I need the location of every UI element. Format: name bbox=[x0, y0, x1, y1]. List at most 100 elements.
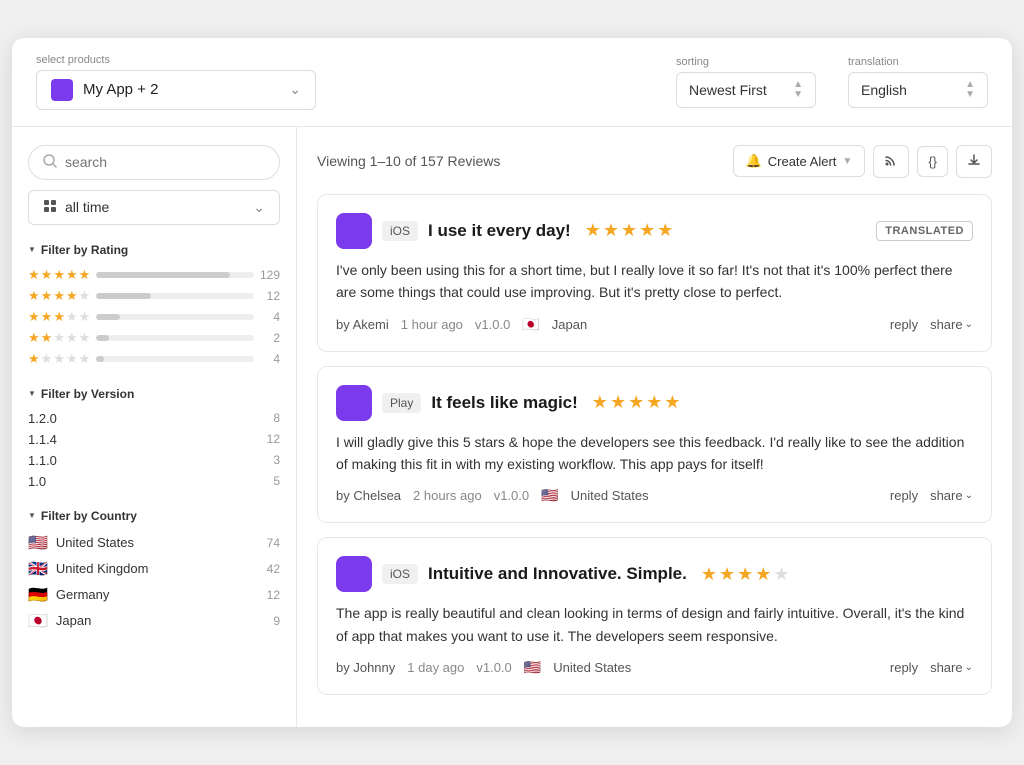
review-star: ★ bbox=[610, 392, 626, 413]
country-flag-icon: 🇬🇧 bbox=[28, 559, 48, 579]
review-avatar bbox=[336, 556, 372, 592]
country-filter-row[interactable]: 🇩🇪Germany12 bbox=[28, 585, 280, 605]
platform-badge: iOS bbox=[382, 221, 418, 241]
version-count: 8 bbox=[273, 411, 280, 425]
rating-bar bbox=[96, 356, 254, 362]
reply-button[interactable]: reply bbox=[890, 488, 918, 503]
version-name: 1.2.0 bbox=[28, 411, 57, 426]
review-time: 2 hours ago bbox=[413, 488, 482, 503]
filter-rating-section: ▼ Filter by Rating ★★★★★129 ★★★★★12 ★★★★★4… bbox=[28, 243, 280, 367]
sorting-group: sorting Newest First ▲▼ bbox=[676, 56, 816, 108]
version-filter-row[interactable]: 1.2.0 8 bbox=[28, 411, 280, 426]
country-name: United Kingdom bbox=[56, 561, 259, 576]
product-icon bbox=[51, 79, 73, 101]
review-time: 1 hour ago bbox=[401, 317, 463, 332]
content-header: Viewing 1–10 of 157 Reviews 🔔 Create Ale… bbox=[317, 145, 992, 178]
review-star: ★ bbox=[646, 392, 662, 413]
share-button[interactable]: share ⌄ bbox=[930, 317, 973, 332]
share-button[interactable]: share ⌄ bbox=[930, 488, 973, 503]
version-filter-row[interactable]: 1.1.03 bbox=[28, 453, 280, 468]
bell-icon: 🔔 bbox=[746, 153, 762, 169]
rating-filter-row[interactable]: ★★★★★4 bbox=[28, 309, 280, 325]
sort-dropdown[interactable]: Newest First ▲▼ bbox=[676, 72, 816, 108]
rating-filter-row[interactable]: ★★★★★2 bbox=[28, 330, 280, 346]
filter-version-section: ▼ Filter by Version 1.2.081.1.4121.1.031… bbox=[28, 387, 280, 489]
rss-button[interactable] bbox=[873, 145, 909, 178]
country-filter-row[interactable]: 🇬🇧United Kingdom42 bbox=[28, 559, 280, 579]
translation-dropdown[interactable]: English ▲▼ bbox=[848, 72, 988, 108]
rating-bar bbox=[96, 335, 254, 341]
review-country-flag: 🇯🇵 bbox=[522, 316, 539, 333]
rating-filter-row[interactable]: ★★★★★12 bbox=[28, 288, 280, 304]
time-filter-dropdown[interactable]: all time ⌄ bbox=[28, 190, 280, 225]
reviews-count: Viewing 1–10 of 157 Reviews bbox=[317, 153, 500, 169]
main-content: Viewing 1–10 of 157 Reviews 🔔 Create Ale… bbox=[297, 127, 1012, 727]
share-button[interactable]: share ⌄ bbox=[930, 660, 973, 675]
download-button[interactable] bbox=[956, 145, 992, 178]
version-filter-row[interactable]: 1.05 bbox=[28, 474, 280, 489]
platform-badge: iOS bbox=[382, 564, 418, 584]
version-filter-row[interactable]: 1.1.412 bbox=[28, 432, 280, 447]
review-stars: ★★★★★ bbox=[701, 564, 790, 585]
review-card: iOS I use it every day! ★★★★★ TRANSLATED… bbox=[317, 194, 992, 352]
country-count: 9 bbox=[273, 614, 280, 628]
sidebar: all time ⌄ ▼ Filter by Rating ★★★★★129★★… bbox=[12, 127, 297, 727]
chevron-down-icon: ⌄ bbox=[289, 81, 301, 98]
review-avatar bbox=[336, 385, 372, 421]
translation-label: translation bbox=[848, 56, 988, 68]
review-version: v1.0.0 bbox=[494, 488, 529, 503]
translation-arrows-icon: ▲▼ bbox=[965, 80, 975, 100]
country-filter-row[interactable]: 🇯🇵Japan9 bbox=[28, 611, 280, 631]
filter-version-label: Filter by Version bbox=[41, 387, 134, 401]
search-input[interactable] bbox=[65, 154, 265, 170]
share-chevron-icon: ⌄ bbox=[965, 662, 973, 673]
review-footer: by Akemi 1 hour ago v1.0.0 🇯🇵 Japan repl… bbox=[336, 316, 973, 333]
translation-value: English bbox=[861, 82, 907, 98]
review-star: ★ bbox=[737, 564, 753, 585]
version-filter-list: 1.2.0 8 1.1.412 1.1.03 1.05 bbox=[28, 411, 280, 489]
country-flag-icon: 🇩🇪 bbox=[28, 585, 48, 605]
review-star: ★ bbox=[603, 220, 619, 241]
review-author: by Chelsea bbox=[336, 488, 401, 503]
review-body: The app is really beautiful and clean lo… bbox=[336, 602, 973, 647]
review-author: by Akemi bbox=[336, 317, 389, 332]
country-filter-row[interactable]: 🇺🇸United States74 bbox=[28, 533, 280, 553]
review-stars: ★★★★★ bbox=[585, 220, 674, 241]
review-star: ★ bbox=[657, 220, 673, 241]
filter-country-header[interactable]: ▼ Filter by Country bbox=[28, 509, 280, 523]
review-card: Play It feels like magic! ★★★★★ I will g… bbox=[317, 366, 992, 524]
reply-button[interactable]: reply bbox=[890, 660, 918, 675]
filter-country-section: ▼ Filter by Country 🇺🇸United States74 🇬🇧 U… bbox=[28, 509, 280, 631]
share-chevron-icon: ⌄ bbox=[965, 319, 973, 330]
review-card: iOS Intuitive and Innovative. Simple. ★★… bbox=[317, 537, 992, 695]
action-buttons: 🔔 Create Alert ▼ {} bbox=[733, 145, 992, 178]
review-author: by Johnny bbox=[336, 660, 395, 675]
review-star: ★ bbox=[719, 564, 735, 585]
select-products-label: select products bbox=[36, 54, 316, 66]
rating-bar bbox=[96, 293, 254, 299]
review-star: ★ bbox=[621, 220, 637, 241]
app-header: select products My App + 2 ⌄ sorting New… bbox=[12, 38, 1012, 127]
rating-filter-list: ★★★★★129 ★★★★★12 ★★★★★4 ★★★★★2 ★★★★★4 bbox=[28, 267, 280, 367]
rating-filter-row[interactable]: ★★★★★129 bbox=[28, 267, 280, 283]
rating-filter-row[interactable]: ★★★★★4 bbox=[28, 351, 280, 367]
review-star: ★ bbox=[585, 220, 601, 241]
filter-rating-header[interactable]: ▼ Filter by Rating bbox=[28, 243, 280, 257]
main-layout: all time ⌄ ▼ Filter by Rating ★★★★★129★★… bbox=[12, 127, 1012, 727]
translated-badge: TRANSLATED bbox=[876, 221, 973, 241]
review-star: ★ bbox=[628, 392, 644, 413]
version-name: 1.0 bbox=[28, 474, 46, 489]
reply-button[interactable]: reply bbox=[890, 317, 918, 332]
search-box[interactable] bbox=[28, 145, 280, 180]
json-button[interactable]: {} bbox=[917, 146, 948, 177]
review-country-flag: 🇺🇸 bbox=[541, 487, 558, 504]
country-filter-list: 🇺🇸United States74🇬🇧United Kingdom42🇩🇪Ger… bbox=[28, 533, 280, 631]
review-body: I've only been using this for a short ti… bbox=[336, 259, 973, 304]
product-select-dropdown[interactable]: My App + 2 ⌄ bbox=[36, 70, 316, 110]
create-alert-button[interactable]: 🔔 Create Alert ▼ bbox=[733, 145, 866, 177]
review-country: United States bbox=[571, 488, 649, 503]
filter-version-header[interactable]: ▼ Filter by Version bbox=[28, 387, 280, 401]
review-footer: by Johnny 1 day ago v1.0.0 🇺🇸 United Sta… bbox=[336, 659, 973, 676]
rating-count: 129 bbox=[260, 268, 280, 282]
review-star: ★ bbox=[664, 392, 680, 413]
